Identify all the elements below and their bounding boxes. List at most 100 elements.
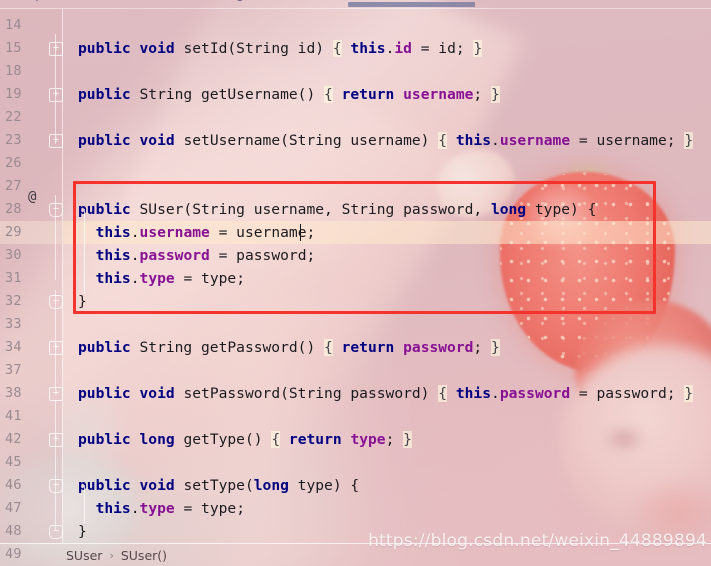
breadcrumb-item-class[interactable]: SUser xyxy=(66,548,102,563)
editor-top-divider xyxy=(0,8,711,9)
code-line-text[interactable]: public String getUsername() { return use… xyxy=(78,83,500,106)
line-number[interactable]: 37 xyxy=(0,359,40,382)
code-line-row[interactable]: 45 xyxy=(0,451,711,474)
fold-collapse-icon[interactable]: − xyxy=(49,525,63,539)
code-editor[interactable]: public void setId(String id) { this. id =… xyxy=(0,0,711,566)
line-number[interactable]: 31 xyxy=(0,267,40,290)
line-number[interactable]: 14 xyxy=(0,14,40,37)
code-token-kw: public xyxy=(78,339,131,356)
line-number[interactable]: 34 xyxy=(0,336,40,359)
code-token-kw: public xyxy=(78,86,131,103)
fold-expand-icon[interactable]: + xyxy=(49,387,63,401)
line-number[interactable]: 48 xyxy=(0,520,40,543)
watermark-text: https://blog.csdn.net/weixin_44889894 xyxy=(368,531,707,551)
code-line-text[interactable]: public String getPassword() { return pas… xyxy=(78,336,500,359)
line-number[interactable]: 38 xyxy=(0,382,40,405)
line-number[interactable]: 33 xyxy=(0,313,40,336)
code-line-text[interactable]: public long getType() { return type; } xyxy=(78,428,412,451)
code-token-kw: public xyxy=(78,385,131,402)
code-line-row[interactable]: 42 public long getType() { return type; } xyxy=(0,428,711,451)
chevron-right-icon: › xyxy=(109,548,114,562)
code-token-plain: = id; xyxy=(411,40,474,57)
fold-expand-icon[interactable]: + xyxy=(49,341,63,355)
line-number[interactable]: 47 xyxy=(0,497,40,520)
code-token-brc: } xyxy=(684,132,694,149)
line-number[interactable]: 18 xyxy=(0,60,40,83)
code-token-kw: void xyxy=(139,40,175,57)
code-token-brc: { xyxy=(438,385,448,402)
fold-collapse-icon[interactable]: − xyxy=(49,295,63,309)
code-line-row[interactable]: 15 public void setId(String id) { this.id… xyxy=(0,37,711,60)
code-line-row[interactable]: 19 public String getUsername() { return u… xyxy=(0,83,711,106)
code-line-row[interactable]: 26 xyxy=(0,152,711,175)
annotation-gutter-at-icon[interactable]: @ xyxy=(28,186,44,209)
code-token-plain: setUsername(String username) xyxy=(174,132,439,149)
code-token-plain: ; xyxy=(473,86,491,103)
code-token-plain: = type; xyxy=(174,500,245,517)
fold-collapse-icon[interactable]: − xyxy=(49,479,63,493)
code-token-plain: setPassword(String password) xyxy=(174,385,439,402)
horizontal-scrollbar[interactable] xyxy=(348,2,475,7)
code-line-text[interactable]: public void setUsername(String username)… xyxy=(78,129,694,152)
code-line-row[interactable]: 22 xyxy=(0,106,711,129)
code-token-plain: String getPassword() xyxy=(130,339,325,356)
line-number[interactable]: 42 xyxy=(0,428,40,451)
code-token-brc: } xyxy=(491,86,500,103)
line-number[interactable]: 22 xyxy=(0,106,40,129)
code-line-text[interactable]: public void setId(String id) { this.id =… xyxy=(78,37,483,60)
code-line-text[interactable]: public void setPassword(String password)… xyxy=(78,382,694,405)
code-token-ths: this xyxy=(455,385,492,402)
line-number[interactable]: 30 xyxy=(0,244,40,267)
code-line-row[interactable]: 33 xyxy=(0,313,711,336)
breadcrumb-item-method[interactable]: SUser() xyxy=(121,548,167,563)
code-line-row[interactable]: 34 public String getPassword() { return p… xyxy=(0,336,711,359)
code-token-brc: { xyxy=(324,86,333,103)
code-line-row[interactable]: 47 this.type = type; xyxy=(0,497,711,520)
code-line-row[interactable]: 37 xyxy=(0,359,711,382)
code-line-row[interactable]: 46 public void setType(long type) { xyxy=(0,474,711,497)
code-token-ths: this xyxy=(455,132,492,149)
code-token-kw: public xyxy=(78,40,131,57)
fold-guide-line-bottom xyxy=(55,400,57,530)
fold-expand-icon[interactable]: + xyxy=(49,134,63,148)
code-line-text[interactable]: public void setType(long type) { xyxy=(78,474,359,497)
code-token-kw: public xyxy=(78,431,131,448)
line-number[interactable]: 46 xyxy=(0,474,40,497)
line-number[interactable]: 26 xyxy=(0,152,40,175)
code-token-fld: id xyxy=(394,40,412,57)
fold-expand-icon[interactable]: + xyxy=(49,88,63,102)
code-line-row[interactable]: 18 xyxy=(0,60,711,83)
code-token-brc: { xyxy=(332,40,342,57)
fold-expand-icon[interactable]: + xyxy=(49,433,63,447)
line-number[interactable]: 19 xyxy=(0,83,40,106)
code-line-row[interactable]: 14 xyxy=(0,14,711,37)
code-token-fld: username xyxy=(499,132,571,149)
code-token-kw: void xyxy=(139,385,175,402)
code-line-row[interactable]: 38 public void setPassword(String passwor… xyxy=(0,382,711,405)
code-token-plain: . xyxy=(130,500,140,517)
code-line-text[interactable]: this.type = type; xyxy=(78,497,245,520)
code-line-row[interactable]: 41 xyxy=(0,405,711,428)
line-number[interactable]: 41 xyxy=(0,405,40,428)
fold-expand-icon[interactable]: + xyxy=(49,42,63,56)
code-token-plain: type) { xyxy=(288,477,360,494)
code-token-kw: return xyxy=(288,431,342,448)
line-number[interactable]: 15 xyxy=(0,37,40,60)
code-token-plain: ; xyxy=(473,339,491,356)
fold-collapse-icon[interactable]: − xyxy=(49,203,63,217)
code-line-text[interactable]: } xyxy=(78,520,87,543)
line-number[interactable]: 29 xyxy=(0,221,40,244)
code-token-fld: password xyxy=(499,385,571,402)
code-token-kw: public xyxy=(78,477,131,494)
code-line-row[interactable]: 23 public void setUsername(String usernam… xyxy=(0,129,711,152)
code-token-plain: ; xyxy=(385,431,404,448)
line-number[interactable]: 32 xyxy=(0,290,40,313)
line-number[interactable]: 23 xyxy=(0,129,40,152)
line-number[interactable]: 45 xyxy=(0,451,40,474)
